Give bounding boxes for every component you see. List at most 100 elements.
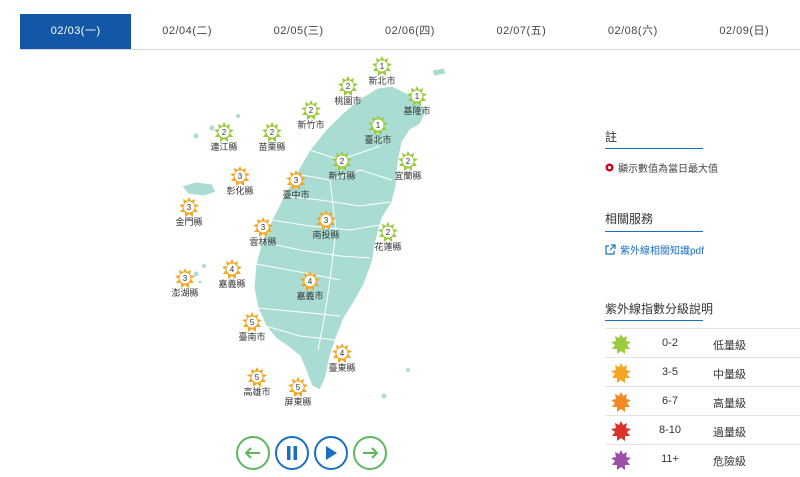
uv-sun-icon: 2	[332, 151, 352, 171]
svg-text:2: 2	[270, 128, 275, 137]
station-chiayi-city[interactable]: 4 嘉義市	[280, 271, 340, 302]
legend-level: 過量級	[713, 427, 746, 439]
svg-text:2: 2	[386, 228, 391, 237]
svg-text:1: 1	[380, 62, 385, 71]
legend-title: 紫外線指數分級說明	[605, 302, 714, 316]
legend-range: 6-7	[662, 395, 678, 407]
uv-sun-icon: 3	[253, 217, 273, 237]
legend-range: 8-10	[658, 424, 682, 436]
station-label: 臺中市	[282, 190, 310, 200]
uv-sun-icon	[611, 421, 631, 441]
tab-0206[interactable]: 02/06(四)	[354, 14, 465, 49]
svg-text:3: 3	[261, 223, 266, 232]
station-changhua[interactable]: 3 彰化縣	[210, 166, 270, 197]
uv-sun-icon: 1	[407, 86, 427, 106]
uv-sun-icon: 3	[316, 210, 336, 230]
svg-text:4: 4	[340, 349, 345, 358]
arrow-left-icon	[245, 447, 260, 459]
svg-text:4: 4	[230, 265, 235, 274]
uv-sun-icon	[611, 334, 631, 354]
station-keelung[interactable]: 1 基隆市	[387, 86, 447, 117]
station-pingtung[interactable]: 5 屏東縣	[268, 377, 328, 408]
station-label: 嘉義市	[296, 291, 324, 301]
uv-knowledge-link[interactable]: 紫外線相關知識pdf	[605, 242, 704, 257]
tab-0205[interactable]: 02/05(三)	[243, 14, 354, 49]
svg-text:2: 2	[309, 106, 314, 115]
legend-range: 0-2	[662, 337, 678, 349]
uv-sun-icon: 5	[288, 377, 308, 397]
svg-text:1: 1	[376, 121, 381, 130]
taiwan-uv-map: 1 新北市 2 桃園市 1 基隆市 2 新竹市 1 臺北市 2 連江縣 2 苗栗…	[0, 50, 600, 430]
playback-controls	[236, 436, 387, 470]
uv-sun-icon: 1	[368, 115, 388, 135]
legend-row-low: 0-2 低量級	[605, 328, 800, 357]
related-divider	[605, 231, 703, 232]
station-label: 彰化縣	[226, 186, 254, 196]
uv-sun-icon: 2	[338, 76, 358, 96]
play-icon	[326, 446, 337, 460]
next-day-button[interactable]	[353, 436, 387, 470]
station-label: 臺南市	[238, 332, 266, 342]
legend-row-extreme: 11+ 危險級	[605, 444, 800, 473]
legend-level: 危險級	[713, 456, 746, 468]
station-miaoli[interactable]: 2 苗栗縣	[242, 122, 302, 153]
uv-sun-icon	[611, 450, 631, 470]
uv-knowledge-link-label[interactable]: 紫外線相關知識pdf	[620, 242, 704, 257]
uv-sun-icon: 2	[262, 122, 282, 142]
station-label: 雲林縣	[249, 237, 277, 247]
svg-text:5: 5	[255, 373, 260, 382]
station-hualien[interactable]: 2 花蓮縣	[358, 222, 418, 253]
svg-text:3: 3	[183, 274, 188, 283]
svg-text:4: 4	[308, 277, 313, 286]
uv-sun-icon: 5	[247, 367, 267, 387]
note: 顯示數值為當日最大值	[605, 160, 718, 175]
svg-text:2: 2	[222, 128, 227, 137]
station-tainan[interactable]: 5 臺南市	[222, 312, 282, 343]
station-label: 苗栗縣	[258, 142, 286, 152]
uv-sun-icon: 1	[372, 56, 392, 76]
legend-level: 高量級	[713, 398, 746, 410]
station-kinmen[interactable]: 3 金門縣	[159, 197, 219, 228]
uv-sun-icon: 2	[398, 151, 418, 171]
station-taipei[interactable]: 1 臺北市	[348, 115, 408, 146]
station-label: 花蓮縣	[374, 242, 402, 252]
sidebar: 註 顯示數值為當日最大值 相關服務 紫外線相關知識pdf 紫外線指數分級說明 0…	[605, 0, 800, 477]
svg-text:3: 3	[324, 216, 329, 225]
svg-text:2: 2	[340, 157, 345, 166]
station-label: 臺北市	[364, 135, 392, 145]
uv-sun-icon	[611, 363, 631, 383]
station-nantou[interactable]: 3 南投縣	[296, 210, 356, 241]
svg-text:3: 3	[294, 176, 299, 185]
uv-sun-icon: 3	[230, 166, 250, 186]
station-label: 屏東縣	[284, 397, 312, 407]
station-yilan[interactable]: 2 宜蘭縣	[378, 151, 438, 182]
pause-button[interactable]	[275, 436, 309, 470]
play-button[interactable]	[314, 436, 348, 470]
svg-text:2: 2	[346, 82, 351, 91]
station-label: 南投縣	[312, 230, 340, 240]
uv-sun-icon: 3	[175, 268, 195, 288]
legend-row-very-high: 8-10 過量級	[605, 415, 800, 444]
station-taitung[interactable]: 4 臺東縣	[312, 343, 372, 374]
tab-0207[interactable]: 02/07(五)	[466, 14, 577, 49]
svg-text:3: 3	[187, 203, 192, 212]
external-link-icon	[605, 244, 616, 255]
uv-sun-icon: 2	[378, 222, 398, 242]
station-taichung[interactable]: 3 臺中市	[266, 170, 326, 201]
svg-text:2: 2	[406, 157, 411, 166]
uv-sun-icon	[611, 392, 631, 412]
arrow-right-icon	[363, 447, 378, 459]
previous-day-button[interactable]	[236, 436, 270, 470]
legend-row-moderate: 3-5 中量級	[605, 357, 800, 386]
uv-sun-icon: 2	[301, 100, 321, 120]
station-yunlin[interactable]: 3 雲林縣	[233, 217, 293, 248]
legend-row-high: 6-7 高量級	[605, 386, 800, 415]
uv-sun-icon: 3	[286, 170, 306, 190]
legend-range: 3-5	[662, 366, 678, 378]
station-chiayi-county[interactable]: 4 嘉義縣	[202, 259, 262, 290]
svg-text:3: 3	[238, 172, 243, 181]
station-label: 嘉義縣	[218, 279, 246, 289]
uv-sun-icon: 4	[222, 259, 242, 279]
tab-0204[interactable]: 02/04(二)	[131, 14, 242, 49]
tab-0203[interactable]: 02/03(一)	[20, 14, 132, 49]
